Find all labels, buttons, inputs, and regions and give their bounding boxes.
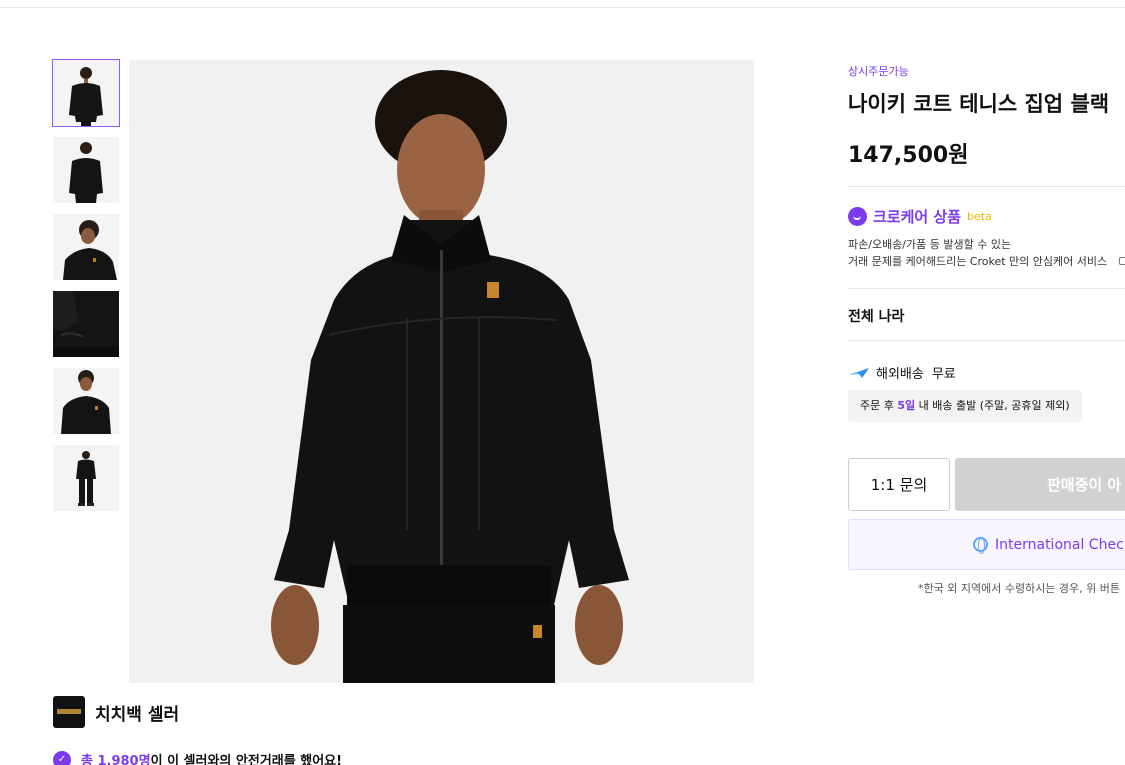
thumbnail-5[interactable] (53, 368, 119, 434)
airplane-icon (849, 367, 869, 378)
safe-trade-count: 총 1,980명 (81, 754, 151, 765)
globe-icon (973, 537, 988, 554)
model-half-front-thumbnail (53, 368, 119, 434)
note-suffix: 내 배송 출발 (주말, 공휴일 제외) (918, 399, 1070, 412)
seller-name: 치치백 셀러 (95, 704, 180, 725)
shipping-fee: 무료 (931, 367, 956, 382)
thumbnail-6[interactable] (53, 445, 119, 511)
shipping-schedule-note: 주문 후 5일 내 배송 출발 (주말, 공휴일 제외) (848, 390, 1082, 422)
thumbnail-3[interactable] (53, 214, 119, 280)
thumbnail-4[interactable] (53, 291, 119, 357)
order-availability-badge: 상시주문가능 (848, 65, 909, 78)
note-days: 5일 (897, 399, 916, 412)
care-title: 크로케어 상품 (873, 208, 962, 226)
header-divider (0, 0, 1125, 8)
divider (848, 288, 1125, 289)
thumbnail-2[interactable] (53, 137, 119, 203)
international-note: *한국 외 지역에서 수령하시는 경우, 위 버튼 (918, 582, 1121, 595)
overseas-shipping: 해외배송 무료 (848, 363, 956, 382)
model-full-body-thumbnail (53, 445, 119, 511)
note-prefix: 주문 후 (860, 399, 894, 412)
care-description: 파손/오배송/가품 등 발생할 수 있는 거래 문제를 케어해드리는 Croke… (848, 236, 1107, 270)
model-back-thumbnail (53, 137, 119, 203)
seller-info[interactable]: 치치백 셀러 (53, 696, 179, 728)
safe-trade-icon: ✓ (53, 750, 71, 765)
divider (848, 186, 1125, 187)
main-product-image[interactable] (129, 60, 754, 683)
divider (848, 340, 1125, 341)
seller-logo (53, 696, 85, 728)
info-icon[interactable] (1119, 257, 1125, 265)
care-desc-line-1: 파손/오배송/가품 등 발생할 수 있는 (848, 238, 1012, 251)
product-title: 나이키 코트 테니스 집업 블랙 (848, 92, 1110, 116)
croket-care-heading: 크로케어 상품 beta (848, 206, 992, 227)
product-price: 147,500원 (848, 143, 969, 168)
model-front-thumbnail (53, 60, 119, 126)
inquiry-button[interactable]: 1:1 문의 (848, 458, 950, 511)
care-desc-line-2: 거래 문제를 케어해드리는 Croket 만의 안심케어 서비스 (848, 255, 1108, 268)
shipping-label: 해외배송 (876, 367, 924, 382)
jacket-model-illustration (129, 60, 754, 683)
thumbnail-list (52, 59, 120, 522)
model-side-thumbnail (53, 214, 119, 280)
intl-checkout-label: International Checko (995, 536, 1125, 553)
smile-icon (848, 207, 867, 226)
shipping-country: 전체 나라 (848, 309, 905, 325)
safe-trade-summary: ✓ 총 1,980명 이 이 셀러와의 안전거래를 했어요! (53, 750, 342, 765)
international-checkout-button[interactable]: International Checko (848, 519, 1125, 570)
thumbnail-1[interactable] (52, 59, 120, 127)
safe-trade-text: 이 이 셀러와의 안전거래를 했어요! (150, 754, 343, 765)
beta-badge: beta (967, 210, 992, 223)
pocket-closeup-thumbnail (53, 291, 119, 357)
not-on-sale-button[interactable]: 판매중이 아 (955, 458, 1125, 511)
